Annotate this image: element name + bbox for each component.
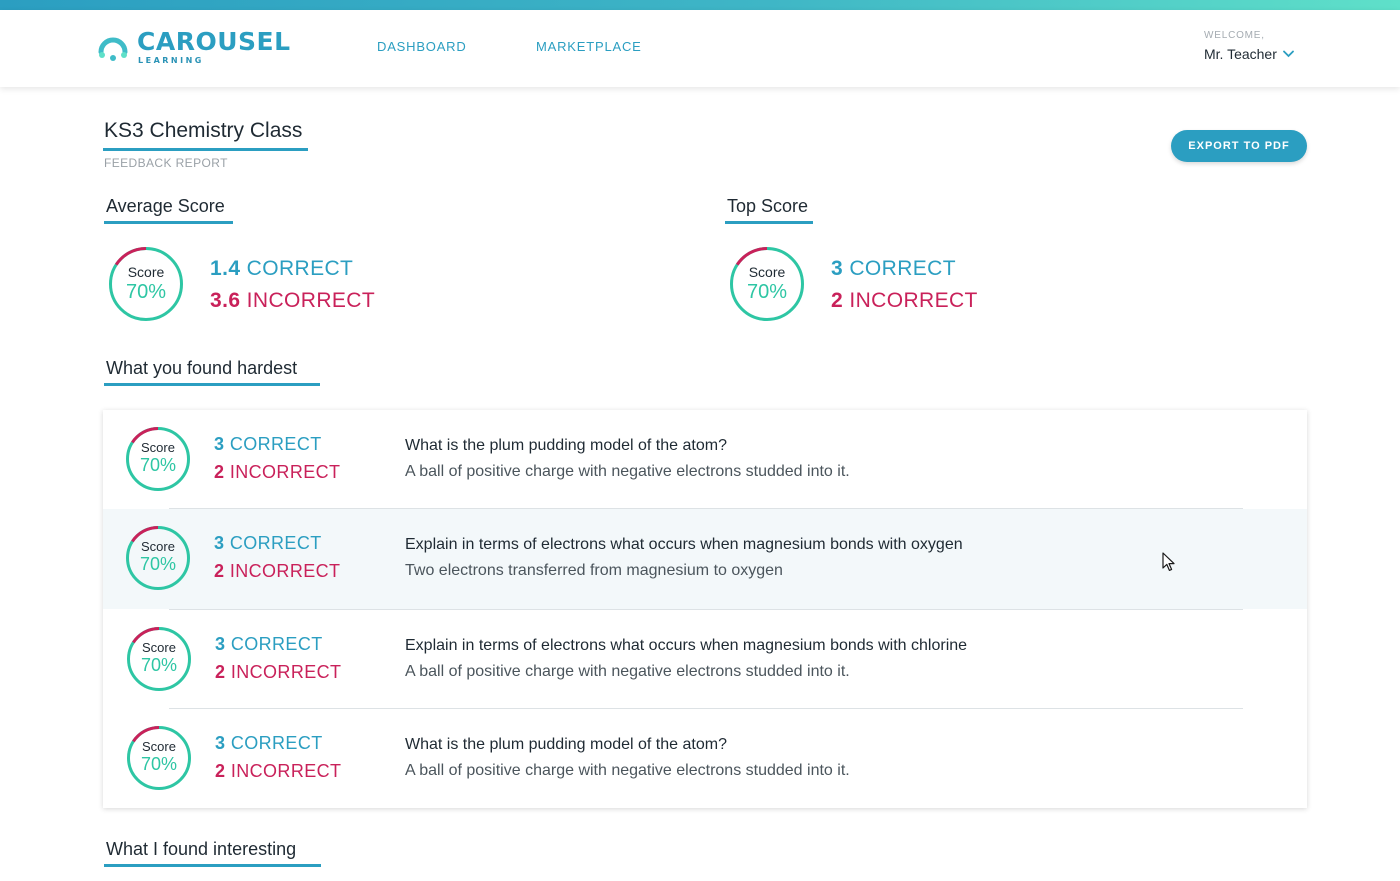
hardest-questions-card: Score 70% 3 CORRECT 2 INCORRECT What is …: [103, 410, 1307, 808]
correct-label: CORRECT: [230, 634, 323, 654]
top-accent-bar: [0, 0, 1400, 10]
welcome-label: WELCOME,: [1204, 30, 1265, 41]
correct-label: CORRECT: [229, 434, 322, 454]
incorrect-label: INCORRECT: [229, 561, 341, 581]
score-label: Score: [127, 264, 165, 280]
export-pdf-button[interactable]: EXPORT TO PDF: [1171, 130, 1307, 162]
score-value: 70%: [125, 281, 167, 303]
question-row[interactable]: Score 70% 3 CORRECT 2 INCORRECT What is …: [103, 410, 1307, 510]
correct-label: CORRECT: [229, 533, 322, 553]
incorrect-count: 3.6: [210, 289, 241, 312]
user-menu[interactable]: Mr. Teacher: [1204, 46, 1294, 62]
score-ring-icon: Score 70%: [126, 626, 192, 692]
score-value: 70%: [746, 281, 788, 303]
section-underline: [104, 221, 233, 224]
score-value: 70%: [139, 554, 177, 574]
chevron-down-icon: [1282, 50, 1294, 58]
section-underline: [725, 221, 813, 224]
interesting-heading: What I found interesting: [106, 839, 297, 859]
score-value: 70%: [140, 655, 178, 675]
correct-count: 3: [215, 733, 226, 753]
answer-text: A ball of positive charge with negative …: [405, 663, 850, 680]
top-score-heading: Top Score: [727, 196, 809, 216]
section-underline: [104, 383, 320, 386]
mouse-cursor-icon: [1162, 552, 1175, 571]
nav-link-marketplace[interactable]: MARKETPLACE: [536, 39, 642, 54]
incorrect-stat: 2 INCORRECT: [831, 289, 978, 313]
nav-link-dashboard[interactable]: DASHBOARD: [377, 39, 467, 54]
incorrect-label: INCORRECT: [230, 662, 342, 682]
hardest-heading: What you found hardest: [106, 358, 298, 378]
score-ring-icon: Score 70%: [108, 246, 184, 322]
incorrect-count: 2: [831, 289, 844, 312]
carousel-logo-icon: [98, 37, 128, 61]
section-underline: [104, 864, 321, 867]
incorrect-label: INCORRECT: [849, 289, 978, 312]
incorrect-stat: 2 INCORRECT: [214, 462, 340, 483]
incorrect-count: 2: [215, 662, 226, 682]
correct-label: CORRECT: [230, 733, 323, 753]
score-label: Score: [748, 264, 786, 280]
incorrect-stat: 2 INCORRECT: [215, 761, 341, 782]
question-row[interactable]: Score 70% 3 CORRECT 2 INCORRECT Explain …: [103, 509, 1307, 609]
question-text: What is the plum pudding model of the at…: [405, 437, 727, 454]
question-text: Explain in terms of electrons what occur…: [405, 637, 968, 654]
incorrect-stat: 2 INCORRECT: [214, 561, 340, 582]
question-text: What is the plum pudding model of the at…: [405, 736, 727, 753]
score-label: Score: [142, 640, 176, 655]
page-title: KS3 Chemistry Class: [104, 119, 303, 142]
answer-text: A ball of positive charge with negative …: [405, 762, 850, 779]
correct-stat: 3 CORRECT: [215, 634, 323, 655]
title-underline: [103, 148, 308, 151]
brand-tagline: LEARNING: [138, 56, 204, 65]
correct-count: 1.4: [210, 257, 241, 280]
correct-count: 3: [214, 434, 225, 454]
correct-count: 3: [831, 257, 844, 280]
score-label: Score: [141, 539, 175, 554]
average-score-heading: Average Score: [106, 196, 225, 216]
incorrect-count: 2: [215, 761, 226, 781]
score-label: Score: [142, 739, 176, 754]
correct-stat: 3 CORRECT: [214, 533, 322, 554]
correct-count: 3: [214, 533, 225, 553]
answer-text: A ball of positive charge with negative …: [405, 463, 850, 480]
brand-name: CAROUSEL: [137, 27, 291, 56]
answer-text: Two electrons transferred from magnesium…: [405, 562, 783, 579]
score-ring-icon: Score 70%: [729, 246, 805, 322]
correct-stat: 3 CORRECT: [831, 257, 956, 281]
correct-stat: 3 CORRECT: [215, 733, 323, 754]
correct-count: 3: [215, 634, 226, 654]
incorrect-count: 2: [214, 561, 225, 581]
incorrect-label: INCORRECT: [230, 761, 342, 781]
incorrect-stat: 3.6 INCORRECT: [210, 289, 375, 313]
correct-stat: 1.4 CORRECT: [210, 257, 353, 281]
incorrect-label: INCORRECT: [246, 289, 376, 312]
score-label: Score: [141, 440, 175, 455]
incorrect-label: INCORRECT: [229, 462, 341, 482]
question-row[interactable]: Score 70% 3 CORRECT 2 INCORRECT Explain …: [103, 610, 1307, 710]
brand-logo[interactable]: CAROUSEL LEARNING: [97, 28, 290, 72]
score-value: 70%: [140, 754, 178, 774]
correct-label: CORRECT: [246, 257, 354, 280]
page-subtitle: FEEDBACK REPORT: [104, 156, 228, 170]
user-name: Mr. Teacher: [1204, 46, 1277, 62]
score-ring-icon: Score 70%: [125, 426, 191, 492]
question-text: Explain in terms of electrons what occur…: [405, 536, 963, 553]
navbar: CAROUSEL LEARNING DASHBOARD MARKETPLACE …: [0, 10, 1400, 87]
correct-label: CORRECT: [849, 257, 956, 280]
question-row[interactable]: Score 70% 3 CORRECT 2 INCORRECT What is …: [103, 709, 1307, 809]
incorrect-count: 2: [214, 462, 225, 482]
correct-stat: 3 CORRECT: [214, 434, 322, 455]
incorrect-stat: 2 INCORRECT: [215, 662, 341, 683]
score-ring-icon: Score 70%: [125, 525, 191, 591]
score-ring-icon: Score 70%: [126, 725, 192, 791]
score-value: 70%: [139, 455, 177, 475]
